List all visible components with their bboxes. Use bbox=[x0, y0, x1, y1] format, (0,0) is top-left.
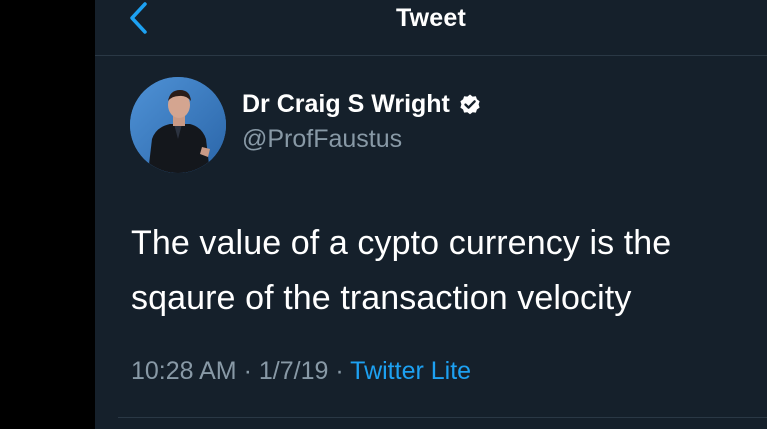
tweet-time: 10:28 AM bbox=[131, 357, 237, 385]
avatar-photo bbox=[130, 77, 226, 173]
avatar[interactable] bbox=[130, 77, 226, 173]
tweet-text: The value of a cypto currency is the sqa… bbox=[131, 224, 672, 317]
tweet-source-link[interactable]: Twitter Lite bbox=[350, 357, 471, 385]
meta-separator: · bbox=[243, 357, 252, 385]
author-display-name[interactable]: Dr Craig S Wright bbox=[242, 90, 450, 119]
page-title: Tweet bbox=[396, 4, 466, 32]
tweet-detail-screen: Tweet Dr Craig S Wright @ProfFaustus The… bbox=[95, 0, 767, 429]
author-handle[interactable]: @ProfFaustus bbox=[242, 125, 402, 154]
meta-separator: · bbox=[335, 357, 344, 385]
tweet-date: 1/7/19 bbox=[258, 357, 329, 385]
header-bar: Tweet bbox=[95, 0, 767, 56]
verified-badge-icon bbox=[458, 93, 482, 117]
divider bbox=[118, 417, 767, 418]
tweet-meta: 10:28 AM · 1/7/19 · Twitter Lite bbox=[131, 357, 471, 386]
author-name-row: Dr Craig S Wright bbox=[242, 90, 482, 119]
